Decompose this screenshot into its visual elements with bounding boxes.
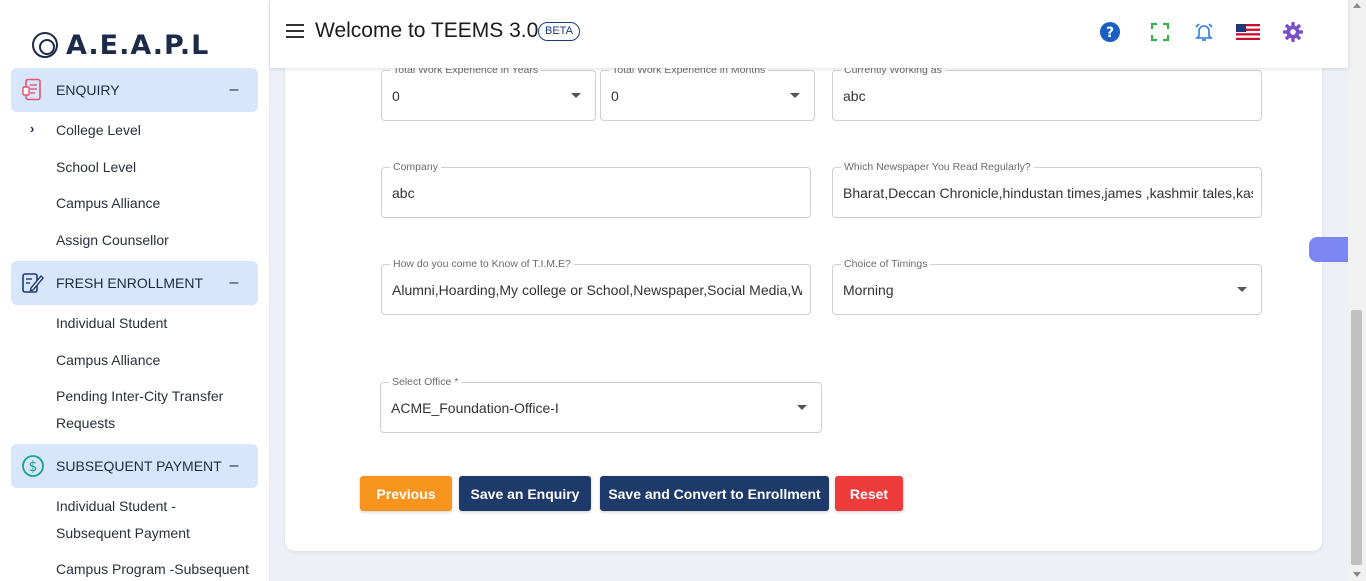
logo-text: A.E.A.P.L: [66, 29, 210, 61]
edit-form-icon: [20, 270, 46, 296]
sidebar-item-assign-counsellor[interactable]: Assign Counsellor: [56, 227, 256, 254]
brand-logo[interactable]: A.E.A.P.L: [32, 28, 209, 62]
collapse-icon[interactable]: –: [222, 81, 246, 99]
save-convert-enrollment-button[interactable]: Save and Convert to Enrollment: [600, 476, 829, 511]
field-value: Alumni,Hoarding,My college or School,New…: [392, 281, 802, 298]
sidebar-section-fresh-enrollment[interactable]: FRESH ENROLLMENT –: [11, 261, 258, 305]
exp-years-select[interactable]: Total Work Experience in Years 0: [381, 63, 596, 121]
scroll-down-arrow-icon[interactable]: [1353, 572, 1361, 577]
sidebar: A.E.A.P.L ENQUIRY – › College Level Scho…: [0, 0, 270, 581]
sidebar-item-campus-program-subsequent[interactable]: Campus Program -Subsequent: [56, 556, 256, 581]
working-as-field[interactable]: Currently Working as abc: [832, 63, 1262, 121]
office-select[interactable]: Select Office * ACME_Foundation-Office-I: [380, 375, 822, 433]
alarm-bell-icon[interactable]: [1192, 20, 1216, 44]
side-drawer-tab[interactable]: [1309, 237, 1348, 262]
sidebar-item-school-level[interactable]: School Level: [56, 154, 256, 181]
sidebar-item-campus-alliance-enroll[interactable]: Campus Alliance: [56, 347, 256, 374]
beta-badge: BETA: [538, 22, 580, 41]
sidebar-section-label: ENQUIRY: [56, 82, 120, 98]
field-value: 0: [611, 87, 619, 104]
timings-select[interactable]: Choice of Timings Morning: [832, 257, 1262, 315]
page-scrollbar[interactable]: [1348, 0, 1366, 581]
dropdown-arrow-icon: [790, 92, 800, 98]
chevron-right-icon: ›: [30, 121, 35, 136]
collapse-icon[interactable]: –: [222, 274, 246, 292]
sidebar-item-pending-transfer-cont[interactable]: Requests: [56, 410, 256, 437]
field-value: abc: [392, 184, 415, 201]
field-value: 0: [392, 87, 400, 104]
dollar-icon: $: [20, 453, 46, 479]
sidebar-item-individual-student[interactable]: Individual Student: [56, 310, 256, 337]
previous-button[interactable]: Previous: [360, 476, 452, 511]
svg-text:?: ?: [1106, 25, 1114, 41]
dropdown-arrow-icon: [797, 404, 807, 410]
field-value: abc: [843, 87, 866, 104]
sidebar-item-individual-subsequent[interactable]: Individual Student -: [56, 493, 256, 520]
sidebar-section-label: FRESH ENROLLMENT: [56, 275, 204, 291]
save-enquiry-button[interactable]: Save an Enquiry: [459, 476, 591, 511]
field-value: Bharat,Deccan Chronicle,hindustan times,…: [843, 184, 1253, 201]
sidebar-item-individual-subsequent-cont[interactable]: Subsequent Payment: [56, 520, 256, 547]
scroll-up-arrow-icon[interactable]: [1353, 3, 1361, 8]
reset-button[interactable]: Reset: [835, 476, 903, 511]
scrollbar-thumb[interactable]: [1351, 310, 1362, 565]
page-title: Welcome to TEEMS 3.0: [315, 19, 539, 42]
field-value: ACME_Foundation-Office-I: [391, 399, 559, 416]
dropdown-arrow-icon: [571, 92, 581, 98]
enquiry-document-icon: [20, 77, 46, 103]
fullscreen-icon[interactable]: [1148, 20, 1172, 44]
exp-months-select[interactable]: Total Work Experience in Months 0: [600, 63, 815, 121]
logo-emblem-icon: [32, 32, 58, 58]
company-field[interactable]: Company abc: [381, 160, 811, 218]
menu-icon[interactable]: [286, 24, 304, 38]
dropdown-arrow-icon: [1237, 286, 1247, 292]
sidebar-section-label: SUBSEQUENT PAYMENT: [56, 458, 222, 474]
collapse-icon[interactable]: –: [222, 457, 246, 475]
sidebar-item-college-level[interactable]: College Level: [56, 117, 256, 144]
top-header: Welcome to TEEMS 3.0 BETA ?: [270, 0, 1348, 68]
sidebar-section-enquiry[interactable]: ENQUIRY –: [11, 68, 258, 112]
sidebar-item-campus-alliance[interactable]: Campus Alliance: [56, 190, 256, 217]
field-value: Morning: [843, 281, 894, 298]
know-of-time-field[interactable]: How do you come to Know of T.I.M.E? Alum…: [381, 257, 811, 315]
settings-gear-icon[interactable]: [1281, 20, 1305, 44]
newspaper-field[interactable]: Which Newspaper You Read Regularly? Bhar…: [832, 160, 1262, 218]
sidebar-section-subsequent-payment[interactable]: $ SUBSEQUENT PAYMENT –: [11, 444, 258, 488]
us-flag-language-icon[interactable]: [1236, 20, 1260, 44]
help-icon[interactable]: ?: [1098, 20, 1122, 44]
svg-text:$: $: [29, 459, 38, 475]
sidebar-item-pending-transfer[interactable]: Pending Inter-City Transfer: [56, 383, 256, 410]
